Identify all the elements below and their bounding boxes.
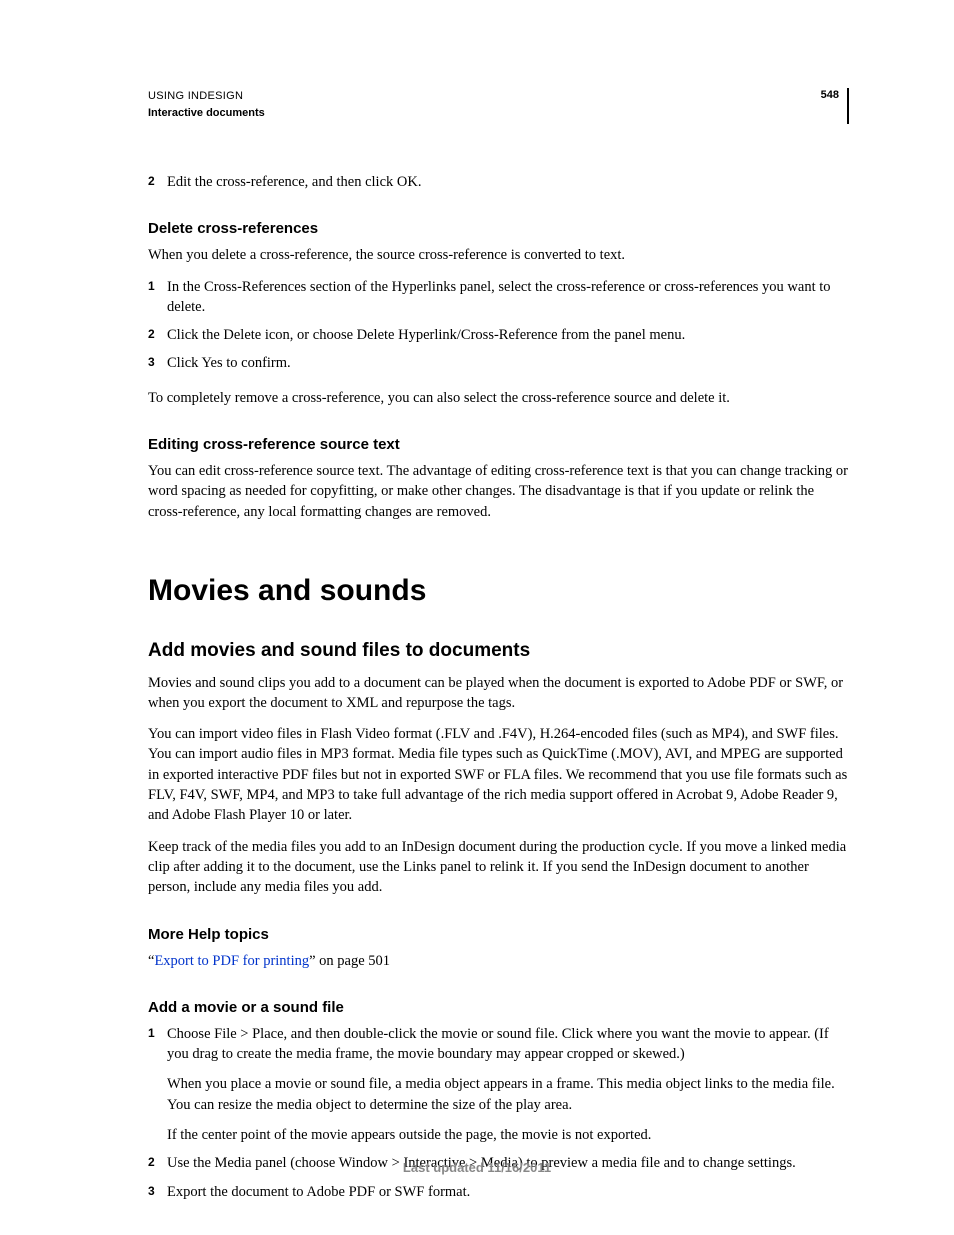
body-text: You can edit cross-reference source text… <box>148 461 849 522</box>
list-item: 1 Choose File > Place, and then double-c… <box>148 1024 849 1145</box>
step-text: Export the document to Adobe PDF or SWF … <box>167 1184 470 1200</box>
step-text: In the Cross-References section of the H… <box>167 279 831 315</box>
step-number: 3 <box>148 353 155 372</box>
header-title-block: USING INDESIGN Interactive documents <box>148 88 265 121</box>
page-number-block: 548 <box>821 88 849 124</box>
help-link[interactable]: Export to PDF for printing <box>154 953 309 969</box>
header-rule <box>847 88 849 124</box>
step-text: Click the Delete icon, or choose Delete … <box>167 327 685 343</box>
section-heading-add-media: Add movies and sound files to documents <box>148 638 849 665</box>
step-subtext: When you place a movie or sound file, a … <box>167 1074 849 1115</box>
step-number: 1 <box>148 1024 155 1043</box>
step-number: 2 <box>148 325 155 344</box>
footer-updated: Last updated 11/16/2011 <box>0 1159 954 1177</box>
step-number: 1 <box>148 277 155 296</box>
help-link-suffix: ” on page 501 <box>309 953 390 969</box>
step-text: Click Yes to confirm. <box>167 355 291 371</box>
list-item: 1 In the Cross-References section of the… <box>148 277 849 318</box>
list-item: 2 Click the Delete icon, or choose Delet… <box>148 325 849 345</box>
doc-title: USING INDESIGN <box>148 88 265 105</box>
step-number: 2 <box>148 172 155 191</box>
step-number: 3 <box>148 1182 155 1201</box>
body-text: Keep track of the media files you add to… <box>148 837 849 898</box>
body-text: You can import video files in Flash Vide… <box>148 724 849 825</box>
body-text: Movies and sound clips you add to a docu… <box>148 673 849 714</box>
body-text: When you delete a cross-reference, the s… <box>148 245 849 265</box>
section-heading-editing: Editing cross-reference source text <box>148 434 849 455</box>
page-number: 548 <box>821 88 839 103</box>
list-item: 2 Edit the cross-reference, and then cli… <box>148 172 849 192</box>
chapter-title: Interactive documents <box>148 105 265 122</box>
section-heading-add-file: Add a movie or a sound file <box>148 997 849 1018</box>
step-text: Edit the cross-reference, and then click… <box>167 174 421 190</box>
section-heading-help: More Help topics <box>148 924 849 945</box>
list-item: 3 Export the document to Adobe PDF or SW… <box>148 1182 849 1202</box>
chapter-heading: Movies and sounds <box>148 570 849 612</box>
running-header: USING INDESIGN Interactive documents 548 <box>148 88 849 124</box>
body-text: To completely remove a cross-reference, … <box>148 388 849 408</box>
step-text: Choose File > Place, and then double-cli… <box>167 1026 829 1062</box>
intro-step-list: 2 Edit the cross-reference, and then cli… <box>148 172 849 192</box>
step-subtext: If the center point of the movie appears… <box>167 1125 849 1145</box>
delete-steps-list: 1 In the Cross-References section of the… <box>148 277 849 374</box>
section-heading-delete: Delete cross-references <box>148 218 849 239</box>
help-link-line: “Export to PDF for printing” on page 501 <box>148 951 849 971</box>
list-item: 3 Click Yes to confirm. <box>148 353 849 373</box>
